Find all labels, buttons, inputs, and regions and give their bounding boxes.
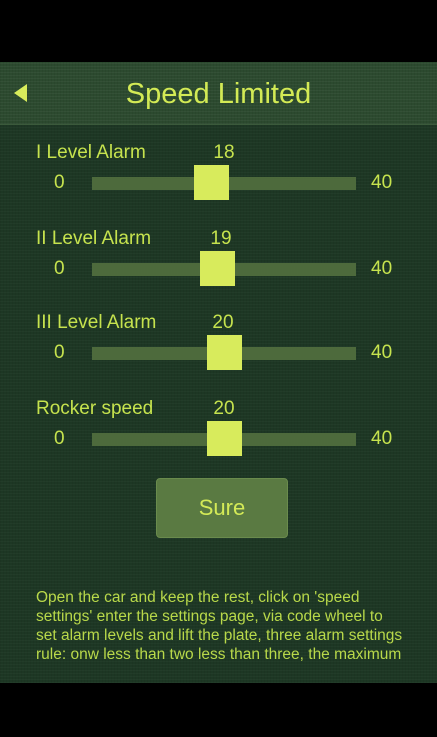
slider-row-level-3: III Level Alarm 20 0 40 <box>0 312 437 382</box>
top-letterbox <box>0 0 437 62</box>
slider-min-label: 0 <box>54 172 65 193</box>
slider-min-label: 0 <box>54 342 65 363</box>
bottom-letterbox <box>0 683 437 737</box>
slider-max-label: 40 <box>371 342 393 363</box>
slider-value: 18 <box>213 142 235 163</box>
slider-thumb[interactable] <box>200 251 236 286</box>
sure-button[interactable]: Sure <box>156 478 288 538</box>
slider-thumb[interactable] <box>207 335 242 370</box>
slider-value: 20 <box>213 398 235 419</box>
navigation-bar: Speed Limited <box>0 62 437 125</box>
slider-value: 20 <box>212 312 234 333</box>
slider-row-level-2: II Level Alarm 19 0 40 <box>0 228 437 298</box>
slider-label: Rocker speed <box>36 398 154 419</box>
slider-label: III Level Alarm <box>36 312 157 333</box>
slider-row-level-1: I Level Alarm 18 0 40 <box>0 142 437 212</box>
slider-value: 19 <box>210 228 232 249</box>
slider-label: II Level Alarm <box>36 228 152 249</box>
app-screen: Speed Limited I Level Alarm 18 0 40 II L… <box>0 62 437 683</box>
slider-min-label: 0 <box>54 258 65 279</box>
slider-label: I Level Alarm <box>36 142 146 163</box>
slider-max-label: 40 <box>371 428 393 449</box>
page-title: Speed Limited <box>125 78 312 110</box>
slider-thumb[interactable] <box>193 165 229 200</box>
slider-track[interactable] <box>92 421 356 456</box>
slider-row-rocker-speed: Rocker speed 20 0 40 <box>0 398 437 468</box>
slider-min-label: 0 <box>54 428 65 449</box>
slider-track[interactable] <box>92 335 356 370</box>
slider-track[interactable] <box>92 165 356 200</box>
slider-thumb[interactable] <box>207 421 242 456</box>
slider-track[interactable] <box>92 251 356 286</box>
slider-max-label: 40 <box>371 258 393 279</box>
help-text: Open the car and keep the rest, click on… <box>36 589 403 663</box>
slider-max-label: 40 <box>371 172 393 193</box>
